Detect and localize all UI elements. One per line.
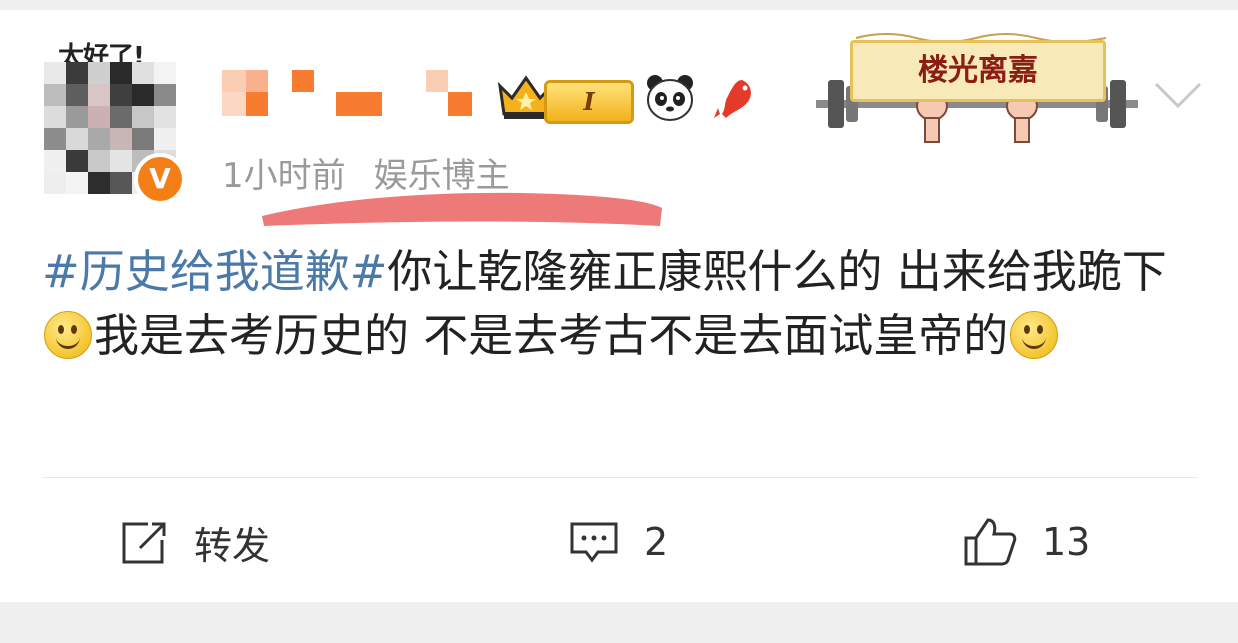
verified-icon: V [134, 153, 186, 205]
divider [42, 477, 1198, 478]
hashtag-link[interactable]: #历史给我道歉# [42, 245, 387, 298]
banner-board: 楼光离嘉 [850, 40, 1106, 102]
vip-level-badge: I [544, 80, 634, 124]
post-text-segment-1: 你让乾隆雍正康熙什么的 出来给我跪下 [387, 245, 1167, 298]
vip-badge[interactable]: I [496, 72, 634, 124]
like-count: 13 [1042, 520, 1091, 564]
banner-text: 楼光离嘉 [918, 53, 1038, 88]
post-text-segment-2: 我是去考历史的 不是去考古不是去面试皇帝的 [94, 309, 1009, 362]
koi-icon [714, 80, 751, 118]
repost-button[interactable]: 转发 [118, 510, 270, 574]
comment-button[interactable]: 2 [568, 510, 668, 574]
repost-icon [122, 522, 166, 564]
post-text: #历史给我道歉#你让乾隆雍正康熙什么的 出来给我跪下我是去考历史的 不是去考古不… [42, 240, 1202, 368]
highlight-stroke [262, 192, 662, 226]
smile-emoji-icon [1010, 311, 1059, 359]
username-pixelated[interactable] [222, 70, 480, 118]
bottom-strip [0, 602, 1238, 643]
repost-label: 转发 [194, 523, 271, 568]
avatar[interactable]: 太好了! V [38, 36, 186, 206]
decoration-banner: 楼光离嘉 [816, 28, 1138, 146]
smile-emoji-icon [44, 311, 92, 359]
top-strip [0, 0, 1238, 10]
panda-icon [647, 75, 693, 121]
like-button[interactable]: 13 [962, 510, 1090, 574]
comment-icon [570, 522, 618, 563]
like-icon [964, 518, 1017, 566]
comment-count: 2 [644, 520, 669, 564]
chevron-down-icon[interactable] [1152, 74, 1204, 114]
